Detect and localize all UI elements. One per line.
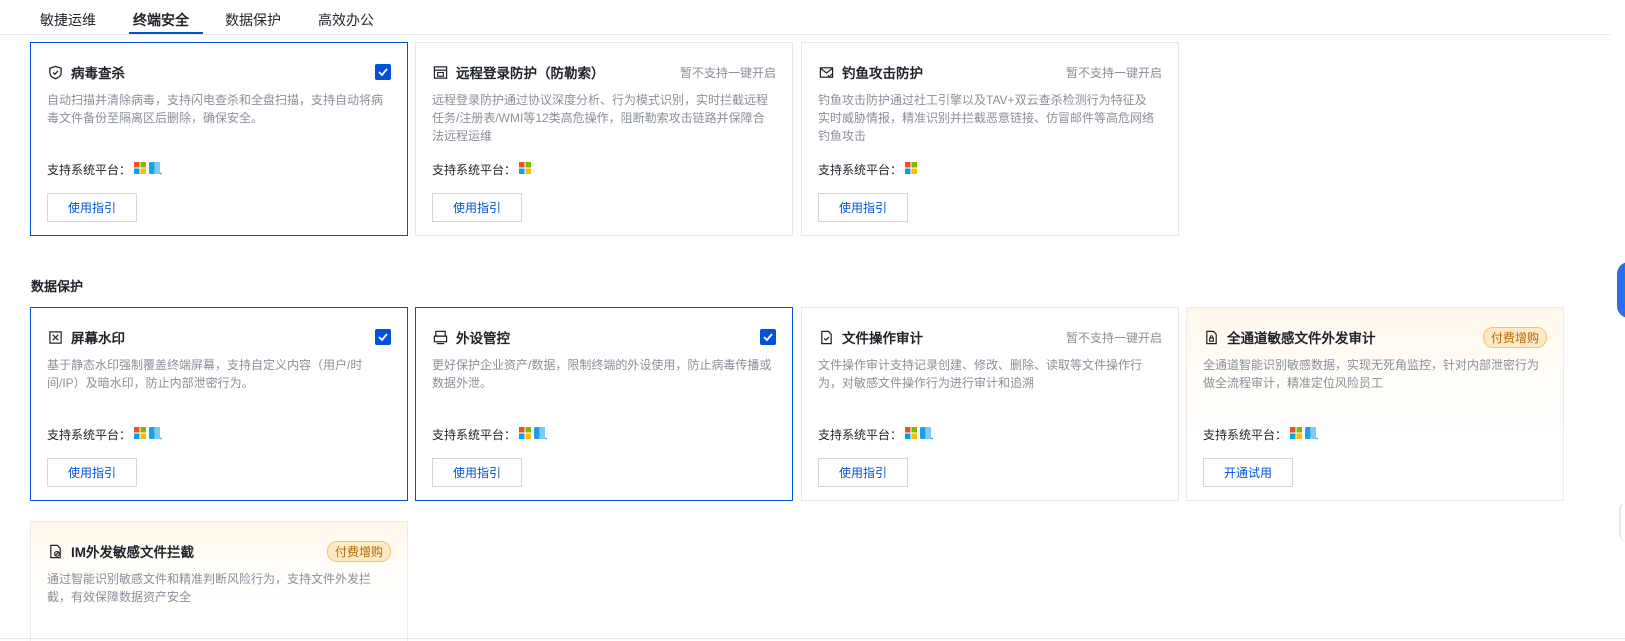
mail-icon xyxy=(818,64,834,80)
section-title-data-protection: 数据保护 xyxy=(31,279,84,294)
card-title: 远程登录防护（防勒索） xyxy=(456,66,605,81)
card-title: 病毒查杀 xyxy=(71,66,125,81)
platform-label: 支持系统平台： xyxy=(432,163,517,177)
card-title: 屏幕水印 xyxy=(71,331,125,346)
printer-icon xyxy=(432,329,448,345)
bottom-divider xyxy=(0,638,1625,639)
card-im-outbound-interception[interactable]: IM外发敏感文件拦截 付费增购 通过智能识别敏感文件和精准判断风险行为，支持文件… xyxy=(30,521,408,641)
floating-side-tab-secondary[interactable] xyxy=(1619,502,1625,542)
remote-login-icon xyxy=(432,64,448,80)
card-peripheral-control[interactable]: 外设管控 更好保护企业资产/数据，限制终端的外设使用，防止病毒传播或数据外泄。 … xyxy=(415,307,793,501)
feature-tabs: 敏捷运维 终端安全 数据保护 高效办公 xyxy=(0,0,1610,35)
watermark-icon xyxy=(47,329,63,345)
mac-icon xyxy=(149,426,162,443)
usage-guide-button[interactable]: 使用指引 xyxy=(818,458,908,487)
card-title: 文件操作审计 xyxy=(842,331,923,346)
tab-data-protection[interactable]: 数据保护 xyxy=(225,10,281,30)
paid-addon-badge: 付费增购 xyxy=(326,540,391,562)
card-description: 全通道智能识别敏感数据，实现无死角监控，针对内部泄密行为做全流程审计，精准定位风… xyxy=(1203,358,1540,390)
active-tab-indicator xyxy=(129,32,203,34)
card-remote-login-protection[interactable]: 远程登录防护（防勒索） 暂不支持一键开启 远程登录防护通过协议深度分析、行为模式… xyxy=(415,42,793,236)
usage-guide-button[interactable]: 使用指引 xyxy=(818,193,908,222)
card-description: 文件操作审计支持记录创建、修改、删除、读取等文件操作行为，对敏感文件操作行为进行… xyxy=(818,358,1143,390)
card-description: 更好保护企业资产/数据，限制终端的外设使用，防止病毒传播或数据外泄。 xyxy=(432,358,772,390)
platform-support: 支持系统平台： xyxy=(432,161,532,178)
tab-agile-ops[interactable]: 敏捷运维 xyxy=(40,10,96,30)
windows-icon xyxy=(134,162,147,177)
unsupported-status: 暂不支持一键开启 xyxy=(1065,330,1162,345)
usage-guide-button[interactable]: 使用指引 xyxy=(47,458,137,487)
usage-guide-button[interactable]: 使用指引 xyxy=(47,193,137,222)
file-lock-icon xyxy=(1203,329,1219,345)
windows-icon xyxy=(134,427,147,442)
windows-icon xyxy=(519,162,532,177)
enable-checkbox[interactable] xyxy=(375,329,391,345)
card-virus-scan[interactable]: 病毒查杀 自动扫描并清除病毒，支持闪电查杀和全盘扫描，支持自动将病毒文件备份至隔… xyxy=(30,42,408,236)
mac-icon xyxy=(1305,426,1318,443)
platform-label: 支持系统平台： xyxy=(432,428,517,442)
windows-icon xyxy=(905,162,918,177)
card-title: 全通道敏感文件外发审计 xyxy=(1227,331,1376,346)
tab-endpoint-security[interactable]: 终端安全 xyxy=(133,10,189,30)
start-trial-button[interactable]: 开通试用 xyxy=(1203,458,1293,487)
file-block-icon xyxy=(47,543,63,559)
platform-support: 支持系统平台： xyxy=(47,161,162,178)
mac-icon xyxy=(534,426,547,443)
file-audit-icon xyxy=(818,329,834,345)
card-screen-watermark[interactable]: 屏幕水印 基于静态水印强制覆盖终端屏幕，支持自定义内容（用户/时间/IP）及暗水… xyxy=(30,307,408,501)
card-description: 基于静态水印强制覆盖终端屏幕，支持自定义内容（用户/时间/IP）及暗水印，防止内… xyxy=(47,358,363,390)
platform-support: 支持系统平台： xyxy=(818,426,933,443)
mac-icon xyxy=(149,161,162,178)
card-description: 钓鱼攻击防护通过社工引擎以及TAV+双云查杀检测行为特征及实时威胁情报，精准识别… xyxy=(818,93,1155,143)
enable-checkbox[interactable] xyxy=(375,64,391,80)
platform-label: 支持系统平台： xyxy=(818,163,903,177)
card-description: 远程登录防护通过协议深度分析、行为模式识别，实时拦截远程任务/注册表/WMI等1… xyxy=(432,93,769,143)
usage-guide-button[interactable]: 使用指引 xyxy=(432,458,522,487)
card-title: IM外发敏感文件拦截 xyxy=(71,545,194,560)
card-file-operation-audit[interactable]: 文件操作审计 暂不支持一键开启 文件操作审计支持记录创建、修改、删除、读取等文件… xyxy=(801,307,1179,501)
mac-icon xyxy=(920,426,933,443)
windows-icon xyxy=(519,427,532,442)
card-all-channel-outbound-audit[interactable]: 全通道敏感文件外发审计 付费增购 全通道智能识别敏感数据，实现无死角监控，针对内… xyxy=(1186,307,1564,501)
shield-icon xyxy=(47,64,63,80)
card-title: 钓鱼攻击防护 xyxy=(842,66,923,81)
card-description: 通过智能识别敏感文件和精准判断风险行为，支持文件外发拦截，有效保障数据资产安全 xyxy=(47,572,372,604)
unsupported-status: 暂不支持一键开启 xyxy=(679,65,776,80)
windows-icon xyxy=(1290,427,1303,442)
card-phishing-protection[interactable]: 钓鱼攻击防护 暂不支持一键开启 钓鱼攻击防护通过社工引擎以及TAV+双云查杀检测… xyxy=(801,42,1179,236)
unsupported-status: 暂不支持一键开启 xyxy=(1065,65,1162,80)
enable-checkbox[interactable] xyxy=(760,329,776,345)
platform-support: 支持系统平台： xyxy=(47,426,162,443)
paid-addon-badge: 付费增购 xyxy=(1482,326,1547,348)
platform-support: 支持系统平台： xyxy=(818,161,918,178)
floating-side-tab[interactable] xyxy=(1617,262,1625,318)
platform-label: 支持系统平台： xyxy=(47,163,132,177)
platform-support: 支持系统平台： xyxy=(1203,426,1318,443)
platform-label: 支持系统平台： xyxy=(818,428,903,442)
windows-icon xyxy=(905,427,918,442)
platform-label: 支持系统平台： xyxy=(47,428,132,442)
usage-guide-button[interactable]: 使用指引 xyxy=(432,193,522,222)
platform-label: 支持系统平台： xyxy=(1203,428,1288,442)
card-description: 自动扫描并清除病毒，支持闪电查杀和全盘扫描，支持自动将病毒文件备份至隔离区后删除… xyxy=(47,93,384,125)
card-title: 外设管控 xyxy=(456,331,510,346)
tab-efficient-office[interactable]: 高效办公 xyxy=(318,10,374,30)
platform-support: 支持系统平台： xyxy=(432,426,547,443)
